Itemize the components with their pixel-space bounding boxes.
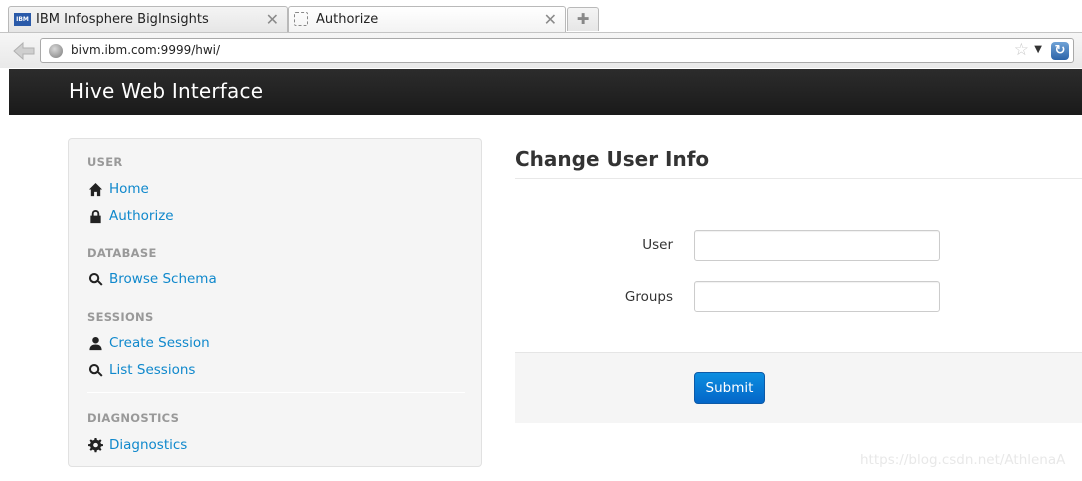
sidebar-item-diagnostics[interactable]: Diagnostics: [87, 435, 187, 455]
sidebar-item-label: Browse Schema: [109, 271, 217, 287]
sidebar-item-label: Home: [109, 181, 149, 197]
groups-input[interactable]: [694, 281, 940, 312]
gear-icon: [87, 437, 103, 453]
back-arrow-icon: [13, 41, 35, 61]
submit-button[interactable]: Submit: [694, 372, 765, 404]
search-icon: [87, 362, 103, 378]
sidebar-item-list-sessions[interactable]: List Sessions: [87, 360, 195, 380]
watermark: https://blog.csdn.net/AthlenaA: [860, 452, 1066, 468]
globe-icon: [49, 44, 63, 58]
tab-title: IBM Infosphere BigInsights: [36, 12, 209, 27]
user-icon: [87, 335, 103, 351]
sidebar-item-browse-schema[interactable]: Browse Schema: [87, 269, 217, 289]
reload-icon[interactable]: ↻: [1051, 42, 1069, 60]
back-button[interactable]: [12, 41, 38, 61]
sidebar-item-label: List Sessions: [109, 362, 196, 378]
form-actions: [515, 352, 1082, 423]
page-title: Change User Info: [515, 147, 710, 171]
browser-nav-bar: bivm.ibm.com:9999/hwi/ ☆ ▼ ↻: [0, 32, 1082, 68]
browser-tab-authorize[interactable]: Authorize ✕: [288, 6, 566, 32]
close-tab-icon[interactable]: ✕: [544, 10, 557, 29]
app-header: Hive Web Interface: [9, 69, 1082, 115]
sidebar-item-authorize[interactable]: Authorize: [87, 206, 174, 226]
user-input[interactable]: [694, 230, 940, 261]
home-icon: [87, 181, 103, 197]
lock-icon: [87, 208, 103, 224]
blank-page-icon: [294, 12, 308, 26]
browser-tab-biginsights[interactable]: IBM IBM Infosphere BigInsights ✕: [8, 6, 288, 32]
sidebar-item-label: Create Session: [109, 335, 210, 351]
app-brand[interactable]: Hive Web Interface: [69, 79, 263, 103]
nav-header-database: DATABASE: [87, 246, 157, 260]
title-divider: [515, 178, 1082, 179]
user-label: User: [642, 237, 673, 253]
url-bar[interactable]: bivm.ibm.com:9999/hwi/ ☆ ▼ ↻: [40, 38, 1074, 63]
sidebar-item-create-session[interactable]: Create Session: [87, 333, 210, 353]
sidebar-item-label: Authorize: [109, 208, 174, 224]
close-tab-icon[interactable]: ✕: [266, 10, 279, 29]
new-tab-button[interactable]: ✚: [567, 7, 599, 31]
url-text[interactable]: bivm.ibm.com:9999/hwi/: [71, 43, 220, 57]
nav-header-user: USER: [87, 155, 123, 169]
sidebar-item-label: Diagnostics: [109, 437, 188, 453]
search-icon: [87, 271, 103, 287]
nav-header-diagnostics: DIAGNOSTICS: [87, 411, 180, 425]
sidebar-item-home[interactable]: Home: [87, 179, 149, 199]
sidebar: USER Home Authorize DATABASE Browse Sche…: [68, 138, 482, 467]
nav-header-sessions: SESSIONS: [87, 310, 154, 324]
bookmark-star-icon[interactable]: ☆: [1014, 40, 1029, 60]
ibm-favicon-icon: IBM: [14, 13, 31, 26]
tab-title: Authorize: [316, 12, 379, 27]
groups-label: Groups: [624, 289, 673, 305]
browser-tab-bar: IBM IBM Infosphere BigInsights ✕ Authori…: [0, 0, 1082, 32]
history-dropdown-icon[interactable]: ▼: [1034, 44, 1042, 55]
sidebar-divider: [87, 392, 465, 393]
